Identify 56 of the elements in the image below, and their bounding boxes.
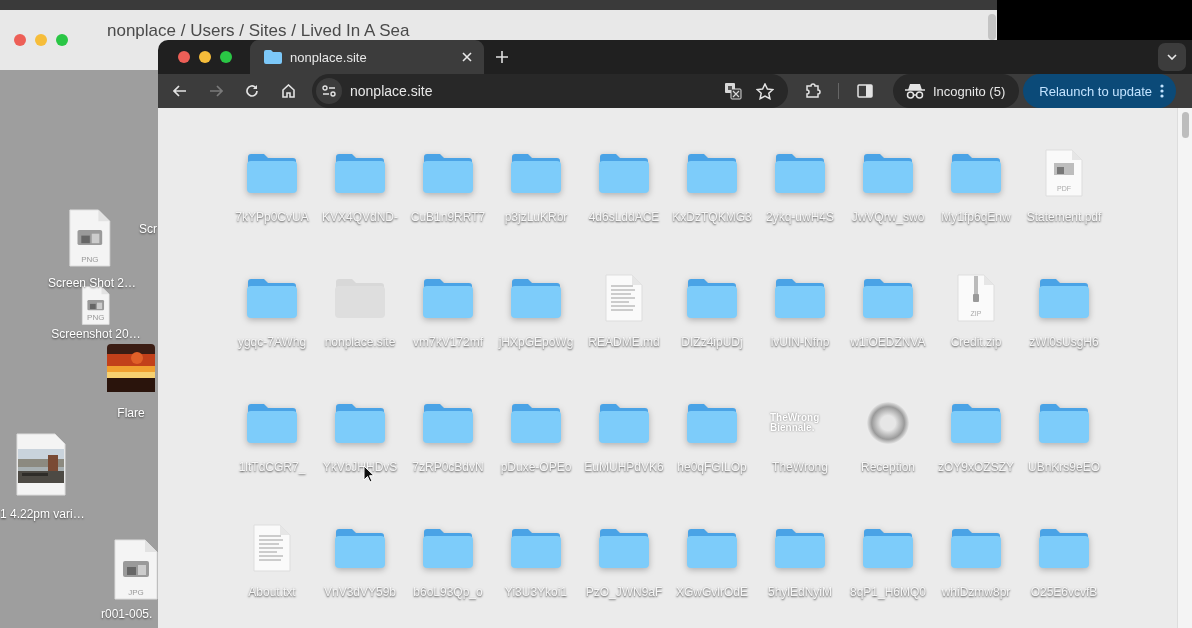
file-name[interactable]: jHXpGEpoWg (498, 335, 574, 349)
file-type-label: PNG (86, 312, 106, 322)
file-name[interactable]: 7kYPp0CvUA (235, 210, 309, 224)
file-name[interactable]: zOY9xOZSZY (938, 460, 1014, 474)
file-name[interactable]: Yi3U3Ykoi1 (504, 585, 568, 599)
file-name: 1 4.22pm vari… (0, 507, 85, 521)
file-name[interactable]: 4d6sLddACE (588, 210, 660, 224)
file-name[interactable]: KVX4QVdND- (322, 210, 398, 224)
file-name: Screenshot 20… (51, 327, 141, 341)
file-name[interactable]: About.txt (248, 585, 296, 599)
relaunch-button[interactable]: Relaunch to update (1023, 74, 1177, 108)
file-name[interactable]: O25E6vcvfB (1030, 585, 1098, 599)
file-name[interactable]: Reception (860, 460, 915, 474)
file-name[interactable]: p3jzLuKRbr (504, 210, 568, 224)
file-name[interactable]: UBnKrs9eEO (1028, 460, 1100, 474)
browser-tab[interactable]: nonplace.site (250, 40, 484, 74)
file-name[interactable]: XGwGvlrOdE (676, 585, 748, 599)
file-name[interactable]: lvUIN-Nfnp (770, 335, 830, 349)
file-name[interactable]: 8qP1_H6MQ0 (849, 585, 926, 599)
file-name[interactable]: Statement.pdf (1026, 210, 1102, 224)
file-name: Scr (139, 222, 157, 236)
file-name[interactable]: ygqc-7AWhg (237, 335, 307, 349)
file-name[interactable]: TheWrong (772, 460, 828, 474)
file-name[interactable]: vm7kV172mf (413, 335, 483, 349)
file-name[interactable]: DIZz4ipUDj (681, 335, 743, 349)
address-bar[interactable]: nonplace.site (312, 74, 788, 108)
window-title: nonplace / Users / Sites / Lived In A Sea (107, 21, 410, 41)
file-name[interactable]: JwVQrw_swo (851, 210, 925, 224)
url-text: nonplace.site (350, 83, 433, 99)
file-name[interactable]: w1iOEDZNVA (850, 335, 926, 349)
file-name[interactable]: Credit.zip (950, 335, 1002, 349)
file-name[interactable]: 1ltTdCGR7_ (238, 460, 306, 474)
file-name[interactable]: 7zRP0cBdvN (412, 460, 484, 474)
incognito-button[interactable]: Incognito (5) (893, 74, 1020, 108)
file-name[interactable]: 5hylEdNyiM (768, 585, 832, 599)
file-name: Flare (117, 406, 145, 420)
file-name[interactable]: EuMUHPdVK6 (584, 460, 664, 474)
file-name[interactable]: 2ykq-uwH4S (766, 210, 834, 224)
file-name: r001-005. (101, 607, 153, 621)
file-name[interactable]: YkVbJHHDvS (322, 460, 398, 474)
file-type-label: JPG (127, 588, 145, 597)
file-name[interactable]: README.md (588, 335, 660, 349)
file-name[interactable]: PzO_JWN9aF (585, 585, 663, 599)
file-type-label: PNG (80, 254, 100, 264)
file-name[interactable]: KxDzTQKMG3 (672, 210, 752, 224)
file-name[interactable]: pDuxe-OPEo (500, 460, 572, 474)
file-name[interactable]: b6oL93Qp_o (413, 585, 483, 599)
logo-text[interactable]: TheWrong Biennale. (770, 412, 830, 434)
file-name[interactable]: VnV3dVY59b (323, 585, 397, 599)
file-name[interactable]: My1fp6qEnw (941, 210, 1011, 224)
file-name[interactable]: nonplace.site (324, 335, 396, 349)
file-name[interactable]: zWl0sUsgH6 (1029, 335, 1099, 349)
file-name[interactable]: CuB1n9RRT7 (410, 210, 486, 224)
file-name[interactable]: he0qFGILOp (677, 460, 747, 474)
file-name[interactable]: whiDzmw8pr (941, 585, 1011, 599)
file-name: Screen Shot 2… (47, 276, 137, 290)
